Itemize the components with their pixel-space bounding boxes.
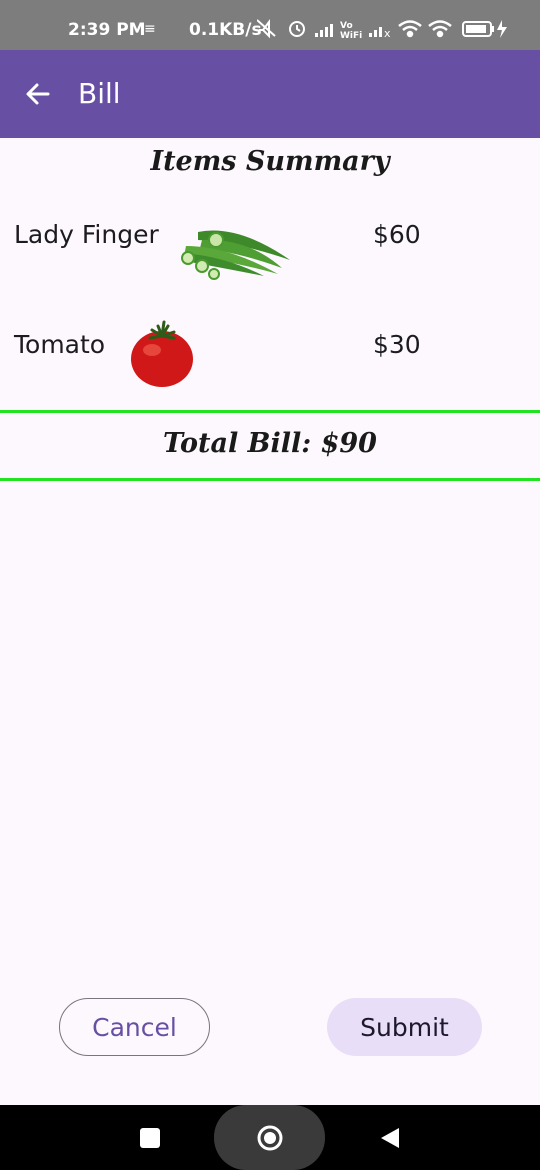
signal-icon: [315, 24, 333, 37]
back-icon[interactable]: [379, 1127, 401, 1149]
vowifi-icon: Vo WiFi: [340, 21, 362, 40]
battery-icon: [462, 21, 494, 37]
svg-text:x: x: [384, 27, 391, 40]
list-item: Lady Finger $60: [0, 208, 540, 298]
cancel-button[interactable]: Cancel: [59, 998, 210, 1056]
network-speed: 0.1KB/s: [189, 20, 262, 40]
tomato-image: [131, 320, 193, 387]
status-icons: Vo WiFi x: [257, 19, 507, 40]
alarm-icon: [289, 21, 305, 37]
svg-text:Vo: Vo: [340, 21, 353, 31]
mute-icon: [257, 19, 276, 39]
page-title: Bill: [78, 77, 121, 110]
status-time: 2:39 PM: [68, 20, 146, 40]
submit-button[interactable]: Submit: [327, 998, 482, 1056]
divider-top: [0, 410, 540, 413]
okra-image: [181, 230, 290, 280]
hotspot-icon: [428, 20, 452, 38]
total-bill: Total Bill: $90: [163, 428, 377, 459]
arrow-back-icon[interactable]: [24, 80, 52, 108]
item-name: Lady Finger: [14, 220, 159, 249]
wifi-icon: [398, 20, 422, 38]
charging-icon: [497, 20, 507, 38]
home-icon[interactable]: [257, 1125, 283, 1151]
status-bar: 2:39 PM ≡ 0.1KB/s Vo WiFi x: [0, 0, 540, 50]
items-summary-heading: Items Summary: [150, 146, 390, 177]
list-item: Tomato $30: [0, 318, 540, 408]
svg-text:WiFi: WiFi: [340, 31, 362, 40]
item-price: $30: [373, 330, 421, 359]
item-name: Tomato: [14, 330, 106, 359]
recents-icon[interactable]: [140, 1128, 160, 1148]
divider-bottom: [0, 478, 540, 481]
sim-icon: ≡: [144, 21, 156, 37]
app-bar: Bill: [0, 50, 540, 138]
signal-x-icon: x: [369, 27, 391, 40]
system-nav-bar: [0, 1105, 540, 1170]
item-price: $60: [373, 220, 421, 249]
